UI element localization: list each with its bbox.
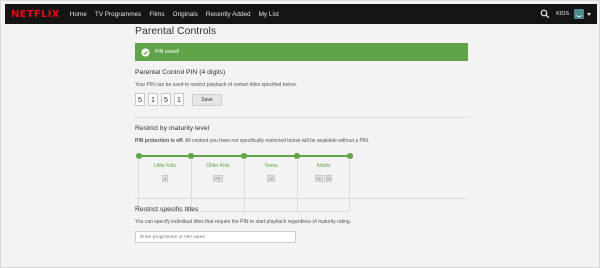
nav-item-tv-programmes[interactable]: TV Programmes bbox=[95, 11, 142, 18]
success-banner: PIN saved! bbox=[135, 43, 468, 61]
pin-digit-4[interactable]: 1 bbox=[174, 93, 184, 106]
level-ratings: U bbox=[139, 175, 191, 183]
rating-badge: 18 bbox=[324, 175, 333, 183]
nav-item-home[interactable]: Home bbox=[70, 11, 87, 18]
nav-item-films[interactable]: Films bbox=[149, 11, 164, 18]
title-search-input[interactable] bbox=[135, 231, 296, 243]
maturity-section-title: Restrict by maturity level bbox=[135, 125, 210, 132]
pin-digit-2[interactable]: 1 bbox=[148, 93, 158, 106]
section-divider bbox=[135, 117, 468, 118]
pin-digit-1[interactable]: 5 bbox=[135, 93, 145, 106]
chevron-down-icon[interactable] bbox=[587, 12, 591, 16]
pin-entry-row: 5 1 5 1 Save bbox=[135, 93, 222, 106]
maturity-level-adults[interactable]: Adults 15 18 bbox=[297, 158, 350, 212]
maturity-status-bold: PIN protection is off. bbox=[135, 138, 184, 144]
banner-text: PIN saved! bbox=[155, 49, 180, 55]
page-body: Parental Controls PIN saved! Parental Co… bbox=[5, 24, 597, 265]
pin-section-title: Parental Control PIN (4 digits) bbox=[135, 69, 226, 76]
browser-frame: NETFLIX Home TV Programmes Films Origina… bbox=[0, 0, 600, 268]
level-name: Teens bbox=[264, 163, 278, 169]
level-name: Adults bbox=[316, 163, 331, 169]
pin-section-description: Your PIN can be used to restrict playbac… bbox=[135, 82, 297, 88]
maturity-status-text: PIN protection is off. All content you h… bbox=[135, 138, 369, 144]
rating-badge: 15 bbox=[314, 175, 323, 183]
check-circle-icon bbox=[141, 47, 150, 57]
top-nav-bar: NETFLIX Home TV Programmes Films Origina… bbox=[5, 4, 597, 24]
maturity-levels: Little Kids U Older Kids PG Teens 12 Adu… bbox=[138, 158, 350, 212]
pin-digit-3[interactable]: 5 bbox=[161, 93, 171, 106]
nav-item-originals[interactable]: Originals bbox=[173, 11, 198, 18]
rating-badge: 12 bbox=[266, 175, 276, 183]
level-ratings: PG bbox=[192, 175, 244, 183]
maturity-level-teens[interactable]: Teens 12 bbox=[244, 158, 297, 212]
level-ratings: 15 18 bbox=[298, 175, 349, 183]
specific-titles-section-title: Restrict specific titles bbox=[135, 206, 199, 213]
specific-titles-description: You can specify individual titles that r… bbox=[135, 219, 352, 225]
save-pin-button[interactable]: Save bbox=[192, 93, 222, 106]
maturity-level-older-kids[interactable]: Older Kids PG bbox=[191, 158, 244, 212]
rating-badge: PG bbox=[213, 175, 223, 183]
page-title: Parental Controls bbox=[135, 25, 217, 37]
kids-link[interactable]: KIDS bbox=[556, 11, 569, 17]
avatar[interactable] bbox=[574, 9, 584, 19]
level-name: Little Kids bbox=[154, 163, 176, 169]
maturity-level-little-kids[interactable]: Little Kids U bbox=[138, 158, 191, 212]
netflix-logo[interactable]: NETFLIX bbox=[11, 9, 60, 20]
section-divider bbox=[135, 198, 468, 199]
nav-right-group: KIDS bbox=[540, 9, 591, 19]
rating-badge: U bbox=[161, 175, 169, 183]
nav-item-recently-added[interactable]: Recently Added bbox=[206, 11, 251, 18]
nav-item-my-list[interactable]: My List bbox=[259, 11, 279, 18]
level-ratings: 12 bbox=[245, 175, 297, 183]
search-icon[interactable] bbox=[540, 9, 550, 19]
level-name: Older Kids bbox=[206, 163, 230, 169]
maturity-status-rest: All content you have not specifically re… bbox=[183, 138, 370, 144]
